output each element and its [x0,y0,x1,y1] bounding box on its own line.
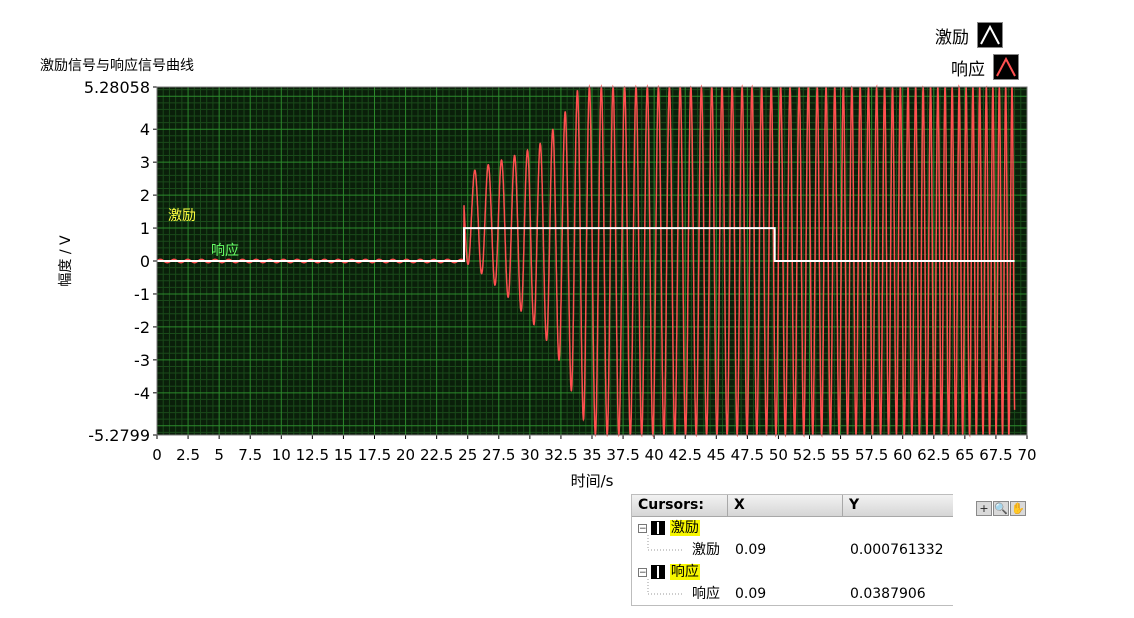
legend-response[interactable]: 响应 [951,54,1019,80]
legend-swatch-response-icon [993,54,1019,80]
y-tick-label: 1 [140,219,150,238]
cursor-move-tool-icon[interactable]: + [976,501,992,516]
pan-tool-icon[interactable]: ✋ [1010,501,1026,516]
x-tick-label: 27.5 [482,446,515,464]
x-tick-label: 7.5 [238,446,262,464]
y-tick-label: -1 [134,285,150,304]
legend-excitation[interactable]: 激励 [935,22,1003,48]
cursor-legend-table[interactable]: Cursors: X Y − 激励 激励 0.09 0.000761332 − … [631,494,953,606]
plot-label-excitation: 激励 [168,207,196,224]
x-axis-label: 时间/s [571,472,614,490]
x-tick-label: 15 [334,446,353,464]
x-tick-label: 22.5 [420,446,453,464]
y-tick-label: 4 [140,120,150,139]
cursor-header-y: Y [849,497,860,513]
legend-label-excitation: 激励 [935,27,969,48]
x-axis-ticks: 0 2.5 5 7.5 10 12.5 15 17.5 20 22.5 25 27.5 30 32.5 35… [152,435,1037,464]
x-tick-label: 37.5 [606,446,639,464]
plot-label-response: 响应 [211,242,239,259]
x-tick-label: 70 [1017,446,1036,464]
x-tick-label: 40 [645,446,664,464]
tree-lines [647,535,684,595]
y-tick-label: 5.28058 [84,78,150,97]
x-tick-label: 60 [893,446,912,464]
x-tick-label: 10 [272,446,291,464]
cursor-y-value: 0.000761332 [850,542,944,558]
x-tick-label: 32.5 [544,446,577,464]
y-axis-label: 幅度 / V [58,235,74,287]
legend-label-response: 响应 [951,59,985,80]
x-tick-label: 55 [831,446,850,464]
y-tick-label: -5.2799 [88,426,150,445]
legend-swatch-excitation-icon [977,22,1003,48]
x-tick-label: 0 [152,446,162,464]
x-tick-label: 47.5 [731,446,764,464]
chart-title: 激励信号与响应信号曲线 [40,57,194,74]
cursor-y-value: 0.0387906 [850,586,926,602]
x-tick-label: 50 [769,446,788,464]
cursor-x-value: 0.09 [735,542,767,558]
x-tick-label: 42.5 [669,446,702,464]
y-tick-label: -4 [134,384,150,403]
x-tick-label: 57.5 [855,446,888,464]
x-tick-label: 30 [520,446,539,464]
chart-area: 激励信号与响应信号曲线 0 2.5 5 7.5 10 12.5 15 17.5 20 22.5 25… [40,57,1037,490]
x-tick-label: 2.5 [176,446,200,464]
zoom-tool-icon[interactable]: 🔍 [993,501,1009,516]
x-tick-label: 25 [458,446,477,464]
x-tick-label: 45 [707,446,726,464]
y-tick-label: 0 [140,252,150,271]
x-tick-label: 52.5 [793,446,826,464]
x-tick-label: 12.5 [296,446,329,464]
x-tick-label: 67.5 [979,446,1012,464]
y-tick-label: -3 [134,351,150,370]
x-tick-label: 35 [582,446,601,464]
x-tick-label: 5 [214,446,224,464]
cursor-x-value: 0.09 [735,586,767,602]
x-tick-label: 17.5 [358,446,391,464]
cursor-header-x: X [728,495,843,516]
y-tick-label: 3 [140,153,150,172]
x-tick-label: 65 [955,446,974,464]
y-axis-ticks: 5.28058 4 3 2 1 0 -1 -2 -3 -4 -5.2799 [84,78,157,445]
y-tick-label: -2 [134,318,150,337]
x-tick-label: 62.5 [917,446,950,464]
y-tick-label: 2 [140,186,150,205]
x-tick-label: 20 [396,446,415,464]
